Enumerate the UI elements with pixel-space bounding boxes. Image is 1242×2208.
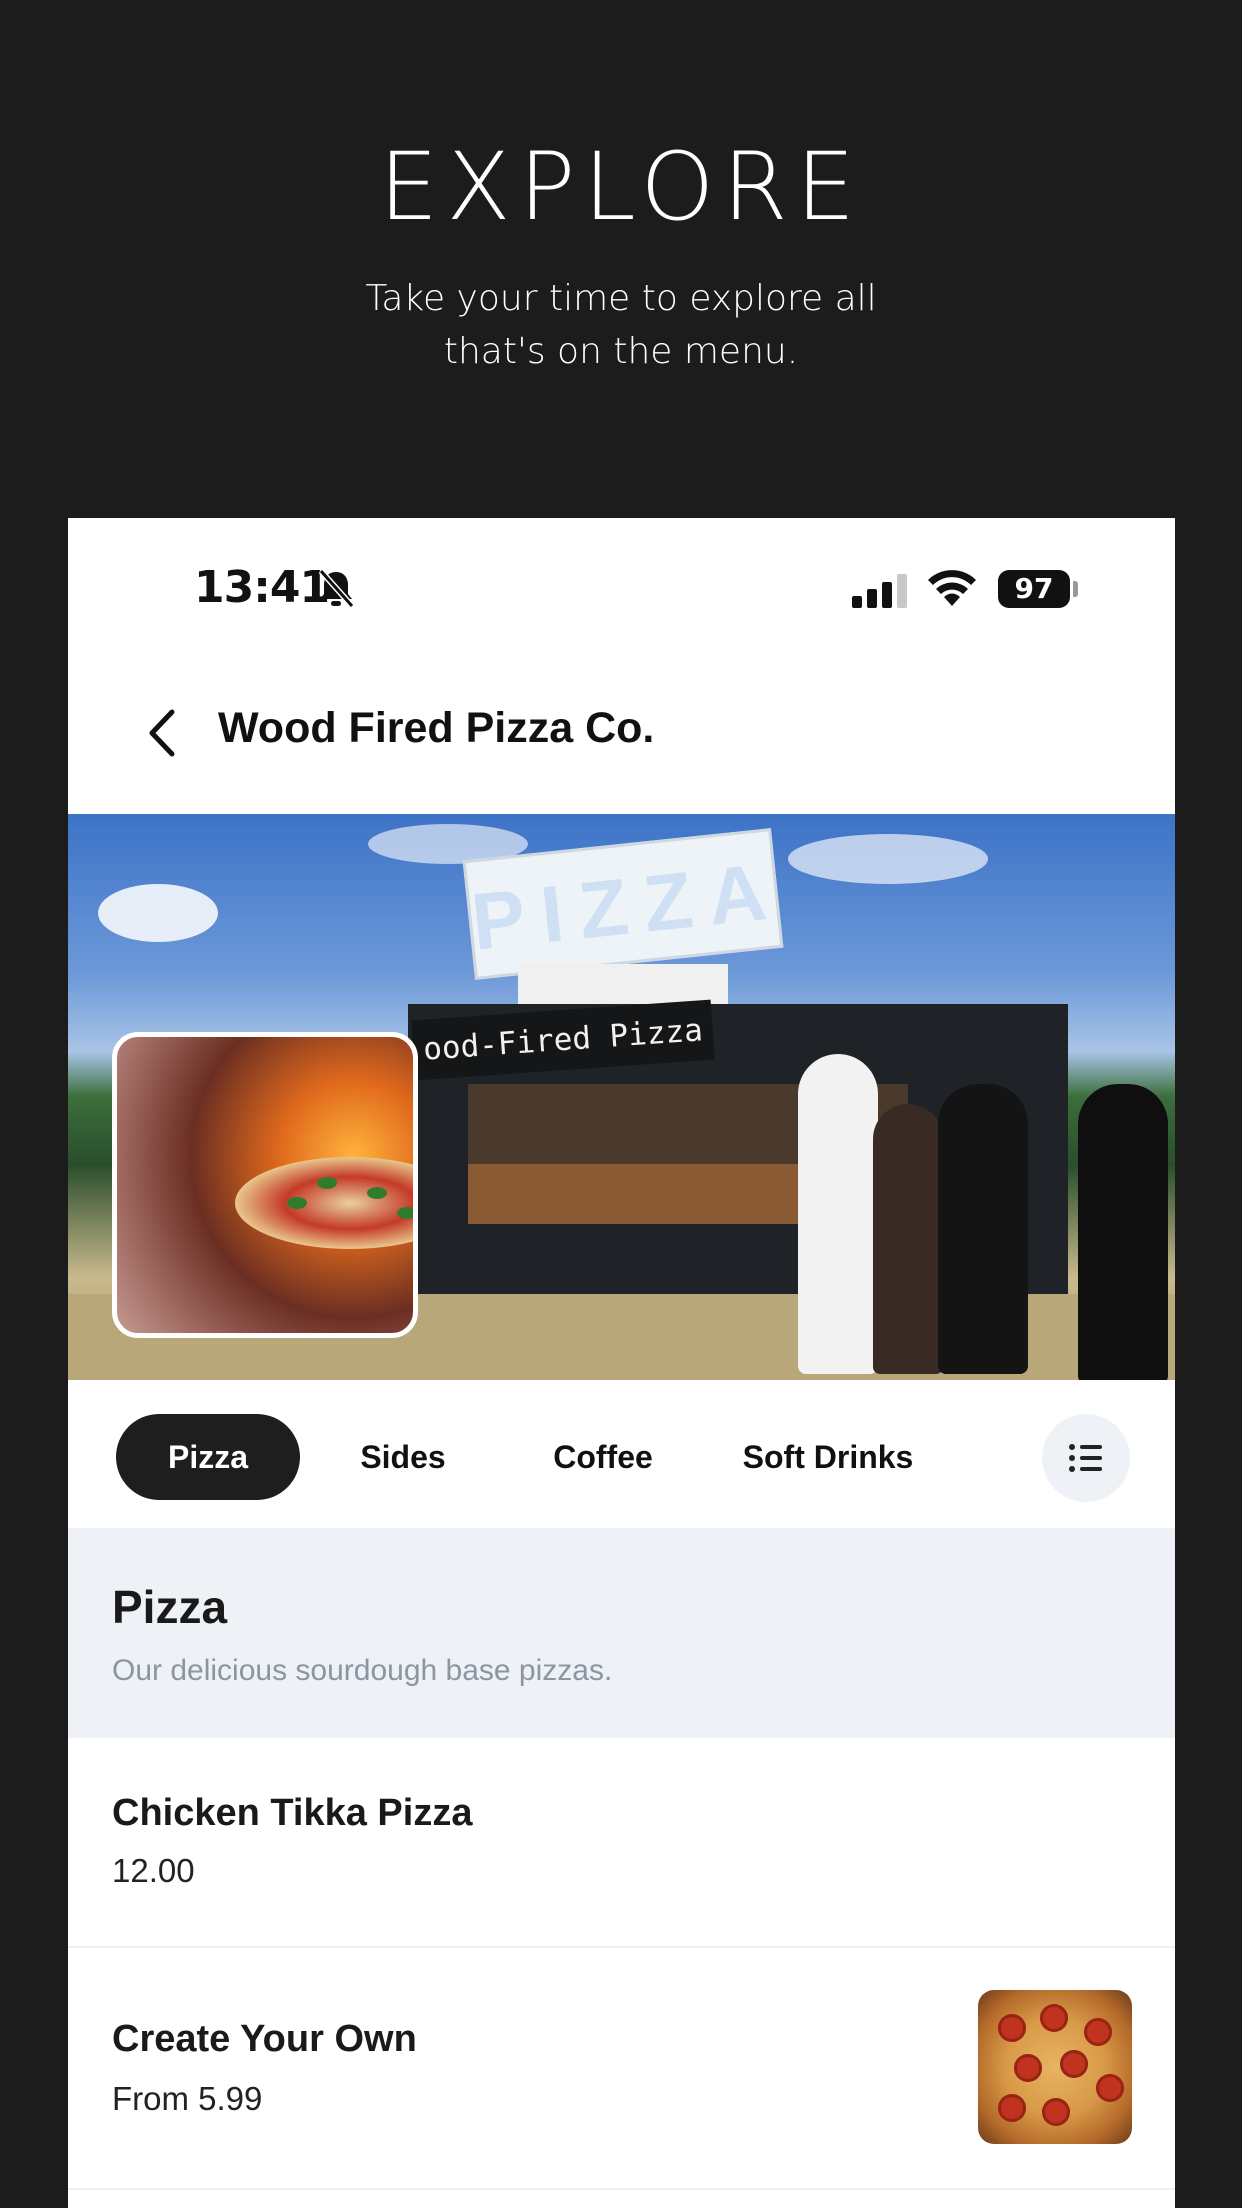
page-title: Wood Fired Pizza Co. [218,704,655,752]
item-image [978,1990,1132,2144]
menu-item[interactable]: Create Your Own From 5.99 [68,1948,1175,2190]
pepperoni [1084,2018,1112,2046]
promo-subtitle: Take your time to explore all that's on … [0,272,1242,378]
cellular-signal-icon [852,574,907,608]
menu-item[interactable] [68,2190,1175,2208]
promo-title: EXPLORE [378,133,864,242]
list-icon [1069,1444,1102,1472]
pizza-image [235,1157,413,1249]
pepperoni [1060,2050,1088,2078]
basil-leaf [317,1177,337,1189]
bell-slash-icon [318,569,355,608]
wifi-icon [928,570,976,606]
phone-screen: 13:41 97 Wood Fired Pizza Co. PIZZA ood-… [68,518,1175,2208]
tab-sides[interactable]: Sides [318,1414,488,1500]
pepperoni [998,2014,1026,2042]
battery-indicator: 97 [998,570,1070,608]
section-title: Pizza [112,1581,228,1633]
section-description: Our delicious sourdough base pizzas. [112,1654,613,1687]
vendor-logo-image [112,1032,418,1338]
nav-bar: Wood Fired Pizza Co. [68,658,1175,814]
category-tabs: Pizza Sides Coffee Soft Drinks [68,1380,1175,1530]
pepperoni [1096,2074,1124,2102]
basil-leaf [367,1187,387,1199]
menu-item[interactable]: Chicken Tikka Pizza 12.00 [68,1738,1175,1948]
status-time: 13:41 [194,562,330,613]
cloud [98,884,218,942]
person [938,1084,1028,1374]
person [798,1054,878,1374]
person [873,1104,943,1374]
tab-pizza[interactable]: Pizza [116,1414,300,1500]
pepperoni [1014,2054,1042,2082]
trailer-counter [468,1164,798,1224]
pepperoni [1042,2098,1070,2126]
basil-leaf [287,1197,307,1209]
tab-coffee[interactable]: Coffee [508,1414,698,1500]
hero-image: PIZZA ood-Fired Pizza [68,814,1175,1380]
promo-subtitle-line-1: Take your time to explore all [365,278,877,319]
item-price: 12.00 [112,1852,195,1889]
status-bar: 13:41 97 [68,518,1175,658]
person [1078,1084,1168,1380]
item-price: From 5.99 [112,2080,263,2117]
back-button[interactable] [128,698,198,768]
category-list-button[interactable] [1042,1414,1130,1502]
promo-subtitle-line-2: that's on the menu. [443,331,799,372]
section-header: Pizza Our delicious sourdough base pizza… [68,1530,1175,1738]
battery-cap [1073,581,1078,597]
tab-soft-drinks[interactable]: Soft Drinks [708,1414,948,1500]
cloud [788,834,988,884]
pepperoni [1040,2004,1068,2032]
pepperoni [998,2094,1026,2122]
basil-leaf [397,1207,413,1219]
item-name: Chicken Tikka Pizza [112,1792,473,1834]
item-name: Create Your Own [112,2018,417,2060]
chevron-left-icon [149,709,175,757]
